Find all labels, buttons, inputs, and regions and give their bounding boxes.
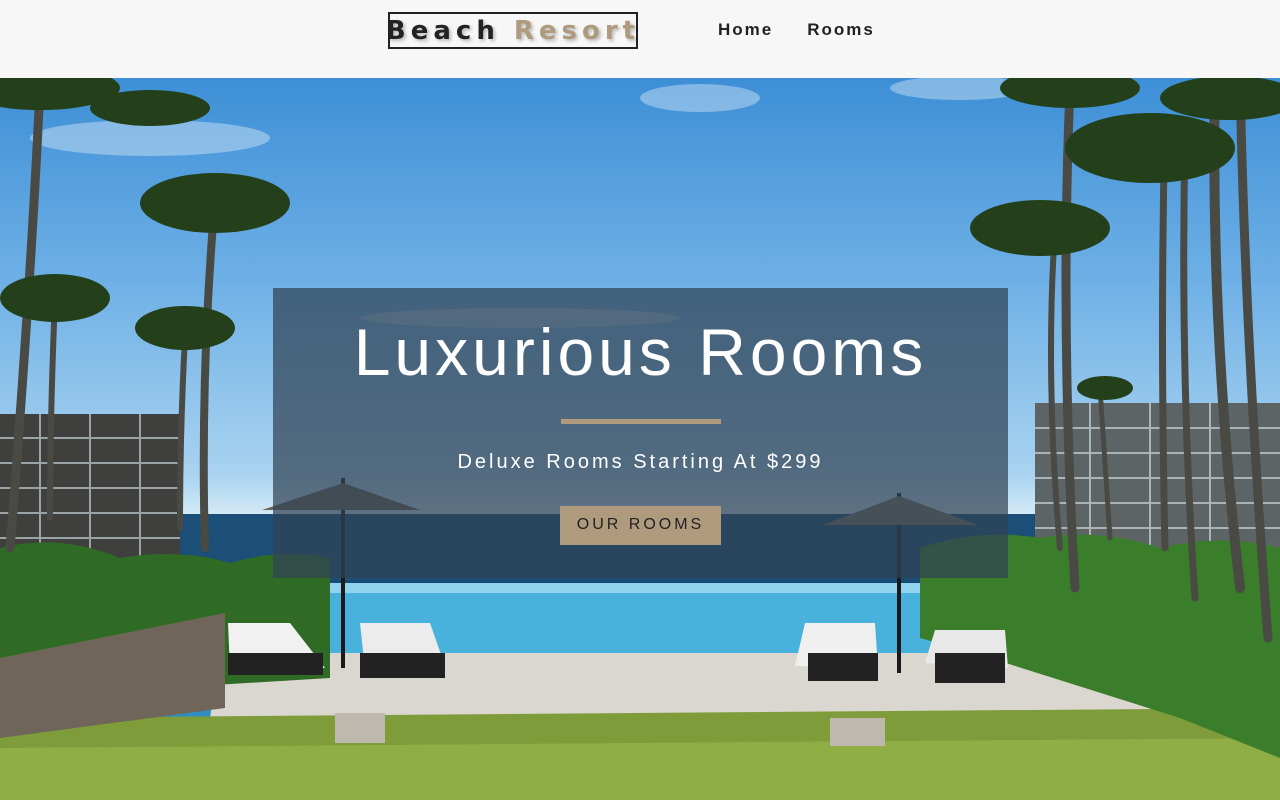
logo-word-resort: Resort <box>513 15 641 46</box>
navbar: Beach Resort Home Rooms <box>0 0 1280 78</box>
site-logo[interactable]: Beach Resort <box>385 12 641 49</box>
nav-links: Home Rooms <box>718 20 875 40</box>
hero-subtitle: Deluxe Rooms Starting At $299 <box>457 451 824 473</box>
nav-item-home: Home <box>718 20 773 40</box>
title-underline <box>560 419 721 424</box>
hero-banner: Luxurious Rooms Deluxe Rooms Starting At… <box>273 288 1008 578</box>
our-rooms-button[interactable]: OUR ROOMS <box>559 506 722 545</box>
hero-title: Luxurious Rooms <box>353 315 928 389</box>
nav-link-rooms[interactable]: Rooms <box>807 20 875 39</box>
hero-section: Luxurious Rooms Deluxe Rooms Starting At… <box>0 78 1280 800</box>
nav-item-rooms: Rooms <box>807 20 875 40</box>
nav-link-home[interactable]: Home <box>718 20 773 39</box>
logo-word-beach: Beach <box>385 15 500 46</box>
